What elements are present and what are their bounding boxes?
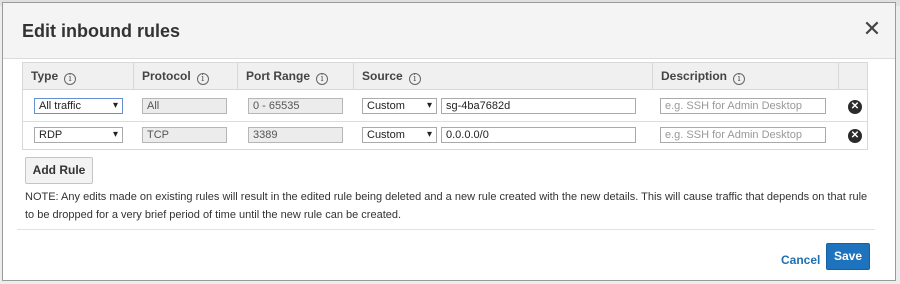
header-description-label: Description bbox=[661, 69, 728, 83]
footer-divider bbox=[17, 229, 875, 230]
source-type-select[interactable]: Custom bbox=[362, 98, 437, 114]
header-source-label: Source bbox=[362, 69, 403, 83]
header-port-range-label: Port Range bbox=[246, 69, 311, 83]
delete-rule-icon[interactable]: ✕ bbox=[848, 100, 862, 114]
edit-inbound-rules-dialog: Edit inbound rules ✕ Type i Protocol i Por… bbox=[2, 2, 896, 281]
port-range-field: 3389 bbox=[248, 127, 343, 143]
description-input[interactable]: e.g. SSH for Admin Desktop bbox=[660, 127, 826, 143]
close-icon[interactable]: ✕ bbox=[861, 18, 883, 40]
save-button[interactable]: Save bbox=[826, 243, 870, 270]
description-input[interactable]: e.g. SSH for Admin Desktop bbox=[660, 98, 826, 114]
header-type: Type i bbox=[23, 63, 133, 90]
row-divider bbox=[23, 121, 867, 122]
header-type-label: Type bbox=[31, 69, 59, 83]
info-icon[interactable]: i bbox=[733, 73, 746, 85]
protocol-field: TCP bbox=[142, 127, 227, 143]
header-description: Description i bbox=[652, 63, 838, 90]
info-icon[interactable]: i bbox=[64, 73, 77, 85]
source-input[interactable]: sg-4ba7682d bbox=[441, 98, 636, 114]
info-icon[interactable]: i bbox=[196, 73, 209, 85]
info-icon[interactable]: i bbox=[408, 73, 421, 85]
header-actions bbox=[838, 63, 867, 90]
note-text: NOTE: Any edits made on existing rules w… bbox=[25, 191, 868, 221]
delete-rule-icon[interactable]: ✕ bbox=[848, 129, 862, 143]
protocol-field: All bbox=[142, 98, 227, 114]
source-type-select[interactable]: Custom bbox=[362, 127, 437, 143]
dialog-header: Edit inbound rules ✕ bbox=[3, 3, 895, 59]
header-protocol-label: Protocol bbox=[142, 69, 191, 83]
add-rule-button[interactable]: Add Rule bbox=[25, 157, 93, 184]
type-select[interactable]: RDP bbox=[34, 127, 123, 143]
type-select[interactable]: All traffic bbox=[34, 98, 123, 114]
header-protocol: Protocol i bbox=[133, 63, 237, 90]
dialog-title: Edit inbound rules bbox=[22, 21, 180, 41]
port-range-field: 0 - 65535 bbox=[248, 98, 343, 114]
cancel-button[interactable]: Cancel bbox=[781, 253, 820, 267]
header-source: Source i bbox=[353, 63, 652, 90]
table-header: Type i Protocol i Port Range i Source i Desc… bbox=[23, 63, 867, 90]
source-input[interactable]: 0.0.0.0/0 bbox=[441, 127, 636, 143]
rules-table: Type i Protocol i Port Range i Source i Desc… bbox=[22, 62, 868, 150]
info-icon[interactable]: i bbox=[316, 73, 329, 85]
header-port-range: Port Range i bbox=[237, 63, 353, 90]
